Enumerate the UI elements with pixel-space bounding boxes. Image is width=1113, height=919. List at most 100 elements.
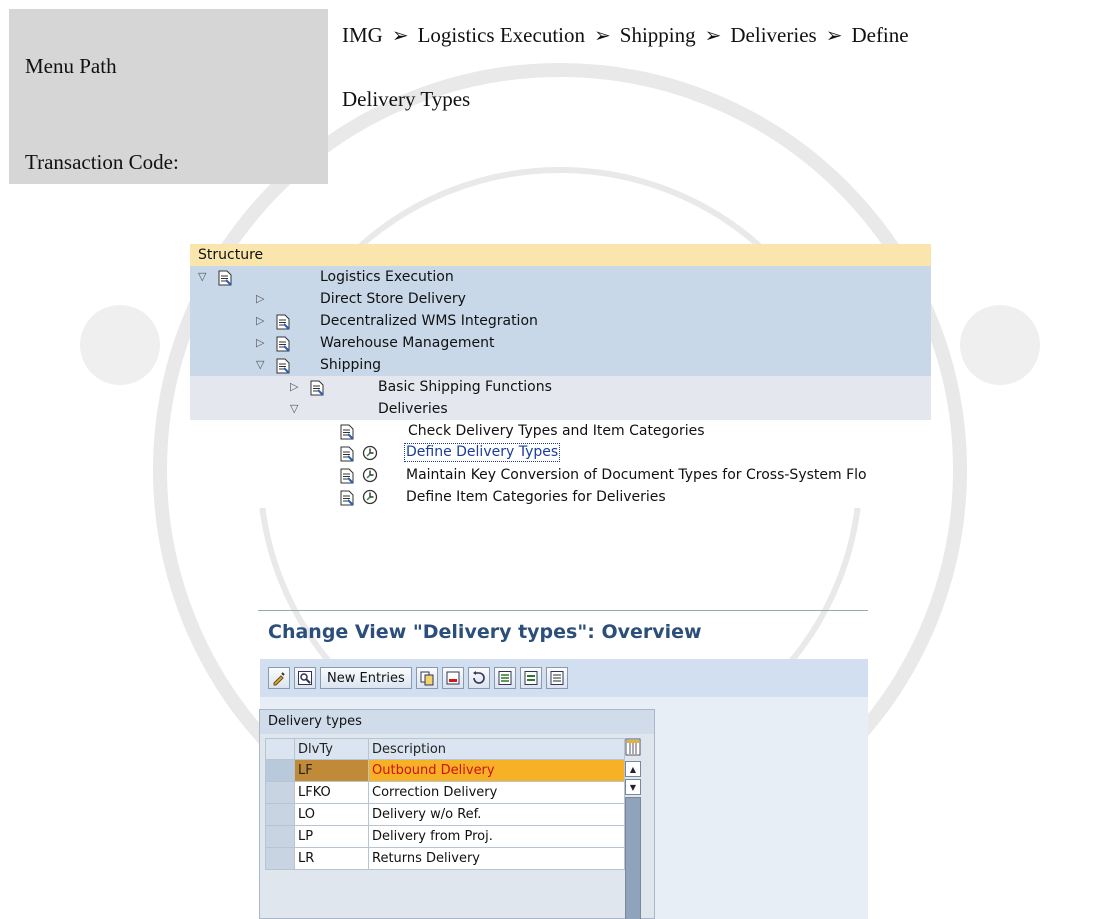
table-grid: DlvTy Description LF Outbound Delivery L… bbox=[265, 738, 625, 870]
tree-node-deliveries[interactable]: ▽ Deliveries bbox=[190, 398, 931, 420]
select-all-rows-cell[interactable] bbox=[265, 738, 295, 760]
execute-clock-icon[interactable] bbox=[362, 489, 378, 505]
img-structure-tree: Structure ▽ Logistics Execution ▷ Direct… bbox=[190, 244, 931, 553]
document-icon[interactable] bbox=[340, 446, 354, 462]
column-header-description[interactable]: Description bbox=[369, 738, 625, 760]
tree-node-define-delivery-types[interactable]: Define Delivery Types bbox=[190, 442, 931, 464]
right-arrowhead-icon: ➢ bbox=[594, 24, 611, 47]
row-selector[interactable] bbox=[265, 782, 295, 804]
collapsed-triangle-icon[interactable]: ▷ bbox=[256, 332, 264, 354]
new-entries-button[interactable]: New Entries bbox=[320, 667, 412, 689]
select-block-icon bbox=[524, 671, 538, 685]
execute-clock-icon[interactable] bbox=[362, 445, 378, 461]
document-icon[interactable] bbox=[340, 490, 354, 506]
transaction-code-label: Transaction Code: bbox=[25, 150, 179, 174]
cell-description[interactable]: Returns Delivery bbox=[369, 848, 625, 870]
path-item-logistics-execution: Logistics Execution bbox=[417, 23, 585, 47]
select-all-icon bbox=[498, 671, 512, 685]
tree-header: Structure bbox=[190, 244, 931, 266]
panel-divider bbox=[258, 610, 868, 611]
cell-dlvty[interactable]: LFKO bbox=[295, 782, 369, 804]
cell-description[interactable]: Correction Delivery bbox=[369, 782, 625, 804]
table-row[interactable]: LR Returns Delivery bbox=[265, 848, 625, 870]
cell-dlvty[interactable]: LP bbox=[295, 826, 369, 848]
undo-button[interactable] bbox=[467, 667, 490, 689]
cell-dlvty[interactable]: LR bbox=[295, 848, 369, 870]
column-settings-icon[interactable] bbox=[625, 738, 641, 756]
table-caption: Delivery types bbox=[260, 710, 654, 734]
delete-icon bbox=[446, 671, 460, 685]
tree-node-basic-shipping-functions[interactable]: ▷ Basic Shipping Functions bbox=[190, 376, 931, 398]
cell-description[interactable]: Delivery from Proj. bbox=[369, 826, 625, 848]
select-block-button[interactable] bbox=[519, 667, 542, 689]
tree-node-label: Logistics Execution bbox=[320, 269, 454, 285]
cell-dlvty[interactable]: LF bbox=[295, 760, 369, 782]
undo-icon bbox=[472, 671, 485, 684]
tree-node-logistics-execution[interactable]: ▽ Logistics Execution bbox=[190, 266, 931, 288]
copy-icon bbox=[420, 671, 434, 686]
deselect-all-button[interactable] bbox=[545, 667, 568, 689]
document-icon bbox=[276, 358, 290, 374]
row-selector[interactable] bbox=[265, 848, 295, 870]
delivery-types-table: Delivery types DlvTy Description LF Outb… bbox=[259, 709, 655, 919]
tree-node-label-selected[interactable]: Define Delivery Types bbox=[403, 443, 561, 462]
tree-node-define-item-categories[interactable]: Define Item Categories for Deliveries bbox=[190, 486, 931, 508]
tree-node-maintain-key-conversion[interactable]: Maintain Key Conversion of Document Type… bbox=[190, 464, 931, 486]
tree-node-label: Check Delivery Types and Item Categories bbox=[408, 423, 705, 439]
expanded-triangle-icon[interactable]: ▽ bbox=[198, 266, 206, 288]
details-button[interactable] bbox=[294, 667, 316, 689]
vertical-scrollbar[interactable]: ▲ ▼ bbox=[625, 761, 641, 919]
menu-path-continuation: Delivery Types bbox=[342, 87, 471, 111]
row-selector[interactable] bbox=[265, 760, 295, 782]
tree-node-label: Basic Shipping Functions bbox=[378, 379, 552, 395]
table-row[interactable]: LF Outbound Delivery bbox=[265, 760, 625, 782]
toolbar: New Entries bbox=[260, 659, 868, 697]
tree-node-decentralized-wms-integration[interactable]: ▷ Decentralized WMS Integration bbox=[190, 310, 931, 332]
document-icon[interactable] bbox=[340, 424, 354, 440]
table-header-row: DlvTy Description bbox=[265, 738, 625, 760]
scroll-up-icon[interactable]: ▲ bbox=[625, 761, 641, 777]
collapsed-triangle-icon[interactable]: ▷ bbox=[256, 288, 264, 310]
table-row[interactable]: LP Delivery from Proj. bbox=[265, 826, 625, 848]
cell-dlvty[interactable]: LO bbox=[295, 804, 369, 826]
table-row[interactable]: LO Delivery w/o Ref. bbox=[265, 804, 625, 826]
display-change-icon bbox=[273, 672, 285, 686]
document-icon bbox=[276, 336, 290, 352]
tree-node-shipping[interactable]: ▽ Shipping bbox=[190, 354, 931, 376]
column-header-dlvty[interactable]: DlvTy bbox=[295, 738, 369, 760]
collapsed-triangle-icon[interactable]: ▷ bbox=[290, 376, 298, 398]
path-item-img: IMG bbox=[342, 23, 383, 47]
collapsed-triangle-icon[interactable]: ▷ bbox=[256, 310, 264, 332]
expanded-triangle-icon[interactable]: ▽ bbox=[290, 398, 298, 420]
menu-path-label: Menu Path bbox=[25, 54, 117, 78]
tree-node-warehouse-management[interactable]: ▷ Warehouse Management bbox=[190, 332, 931, 354]
copy-button[interactable] bbox=[415, 667, 438, 689]
row-selector[interactable] bbox=[265, 804, 295, 826]
delete-button[interactable] bbox=[441, 667, 464, 689]
execute-clock-icon[interactable] bbox=[362, 467, 378, 483]
document-icon bbox=[276, 314, 290, 330]
tree-node-label: Define Item Categories for Deliveries bbox=[406, 489, 666, 505]
scrollbar-track[interactable] bbox=[625, 797, 641, 919]
tree-node-label: Direct Store Delivery bbox=[320, 291, 466, 307]
row-selector[interactable] bbox=[265, 826, 295, 848]
tree-node-check-delivery-types[interactable]: Check Delivery Types and Item Categories bbox=[190, 420, 931, 442]
cell-description[interactable]: Outbound Delivery bbox=[369, 760, 625, 782]
scroll-down-icon[interactable]: ▼ bbox=[625, 779, 641, 795]
expanded-triangle-icon[interactable]: ▽ bbox=[256, 354, 264, 376]
select-all-button[interactable] bbox=[493, 667, 516, 689]
path-item-define: Define bbox=[851, 23, 909, 47]
page-title: Change View "Delivery types": Overview bbox=[268, 621, 702, 643]
tree-node-label: Warehouse Management bbox=[320, 335, 495, 351]
right-arrowhead-icon: ➢ bbox=[704, 24, 722, 47]
tree-node-direct-store-delivery[interactable]: ▷ Direct Store Delivery bbox=[190, 288, 931, 310]
cell-description[interactable]: Delivery w/o Ref. bbox=[369, 804, 625, 826]
tree-node-label: Deliveries bbox=[378, 401, 448, 417]
right-arrowhead-icon: ➢ bbox=[391, 24, 409, 47]
display-change-button[interactable] bbox=[268, 667, 290, 689]
details-icon bbox=[298, 671, 312, 685]
tree-node-label: Shipping bbox=[320, 357, 382, 373]
tree-node-label: Maintain Key Conversion of Document Type… bbox=[406, 467, 867, 483]
table-row[interactable]: LFKO Correction Delivery bbox=[265, 782, 625, 804]
document-icon[interactable] bbox=[340, 468, 354, 484]
